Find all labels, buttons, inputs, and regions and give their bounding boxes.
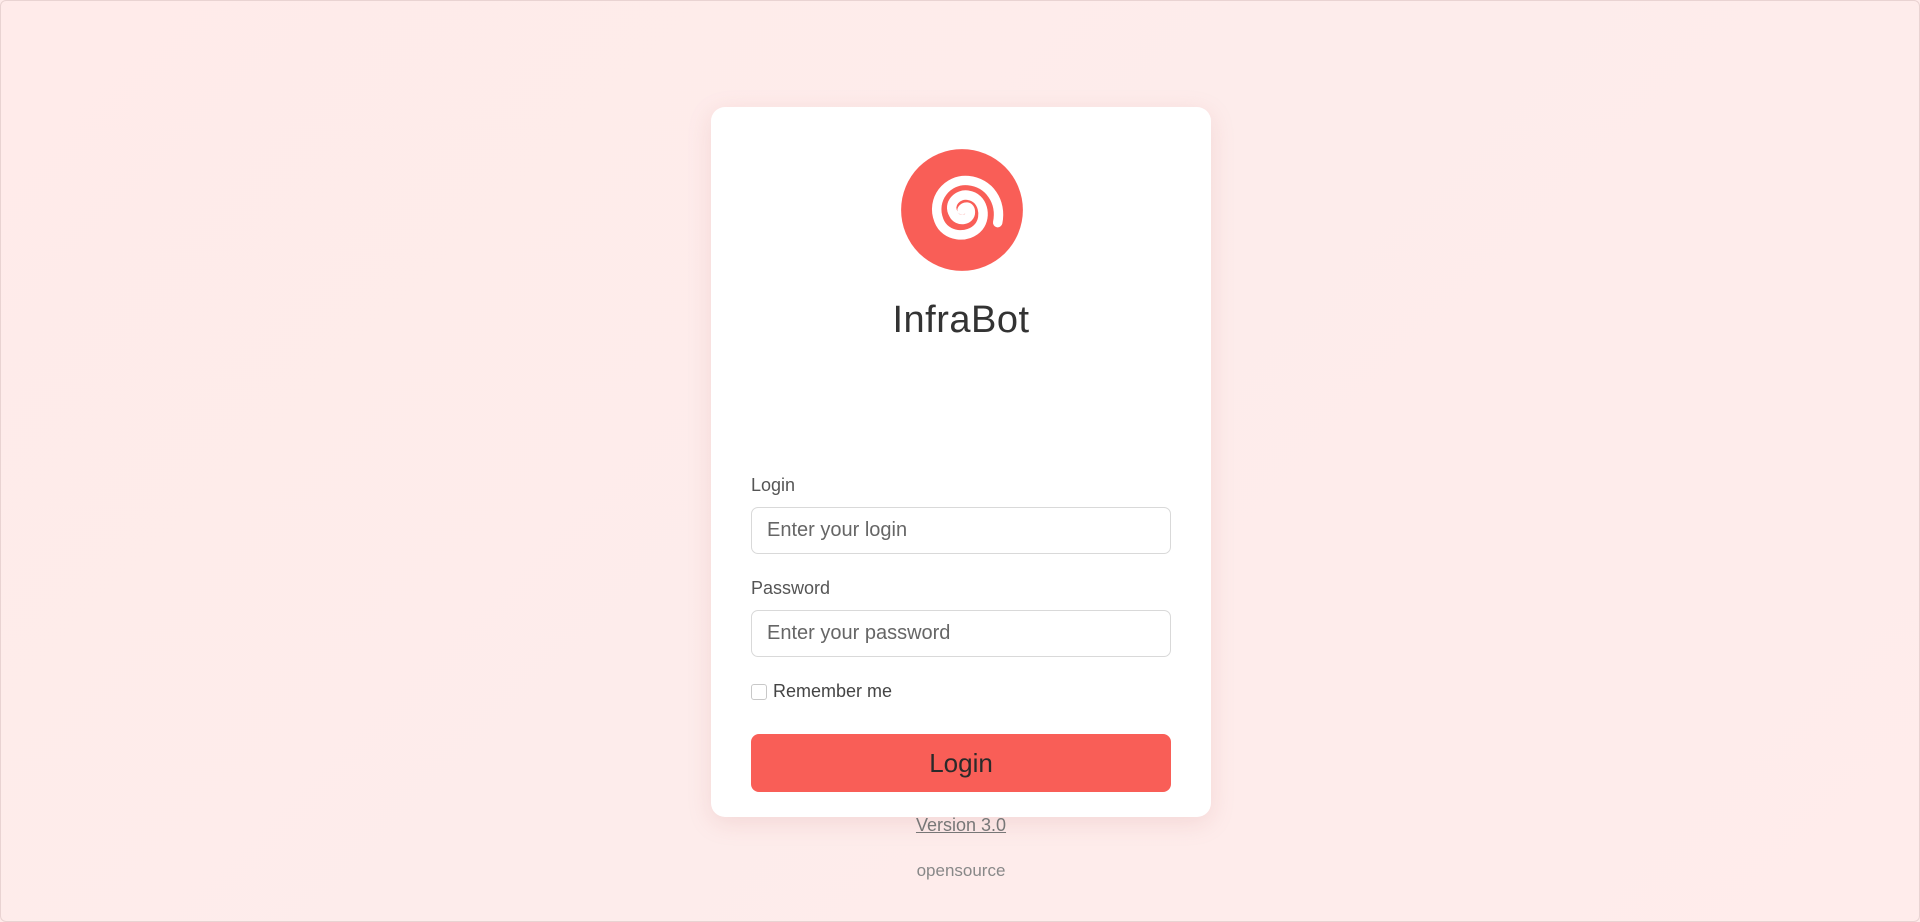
remember-me-label[interactable]: Remember me (773, 681, 892, 702)
login-card: InfraBot Login Password Remember me Logi… (711, 107, 1211, 880)
password-label: Password (751, 578, 831, 598)
page-background: InfraBot Login Password Remember me Logi… (0, 0, 1920, 922)
remember-me-row[interactable]: Remember me (751, 681, 892, 702)
version-link[interactable]: Version 3.0 (711, 815, 1211, 836)
password-input[interactable] (751, 610, 1171, 657)
login-button[interactable]: Login (751, 734, 1171, 792)
license-text: opensource (916, 861, 1006, 880)
app-title: InfraBot (892, 299, 1030, 341)
remember-me-checkbox[interactable] (751, 683, 767, 700)
login-input[interactable] (751, 507, 1171, 554)
login-label: Login (751, 475, 796, 495)
spiral-icon (901, 149, 1023, 271)
